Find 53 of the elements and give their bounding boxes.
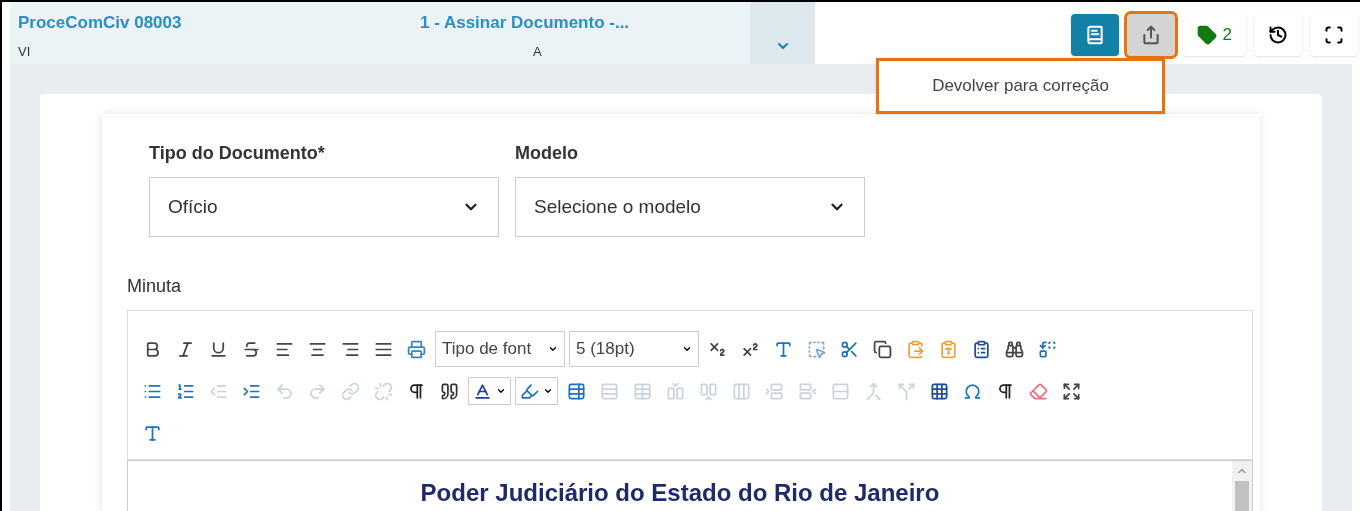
text-color-icon[interactable] — [473, 381, 492, 401]
tag-icon — [1196, 25, 1217, 45]
grid-icon[interactable] — [930, 381, 949, 401]
caret-icon — [548, 344, 558, 354]
caret-icon — [682, 344, 692, 354]
notes-icon — [1084, 25, 1105, 45]
table-edit-icon[interactable] — [567, 381, 586, 401]
underline-icon[interactable] — [209, 339, 228, 359]
numbered-list-icon[interactable] — [176, 381, 195, 401]
toolbar-select[interactable]: Tipo de font — [435, 331, 565, 367]
maximize-icon[interactable] — [1062, 381, 1081, 401]
history-button[interactable] — [1254, 14, 1302, 56]
share-button[interactable] — [1126, 14, 1175, 56]
quote-icon[interactable] — [440, 381, 459, 401]
highlighter-icon[interactable] — [520, 381, 539, 401]
field-label: Tipo do Documento* — [149, 142, 326, 165]
split-button[interactable] — [468, 377, 511, 405]
pilcrow-icon[interactable] — [996, 381, 1015, 401]
caret-icon — [496, 386, 506, 396]
toolbar-select[interactable]: 5 (18pt) — [569, 331, 699, 367]
document-heading: Poder Judiciário do Estado do Rio de Janeiro — [420, 478, 940, 508]
share-icon — [1140, 25, 1161, 45]
history-icon — [1268, 25, 1288, 45]
select-all-icon[interactable] — [807, 339, 826, 359]
caret-icon — [543, 386, 553, 396]
clipboard-word-icon[interactable] — [972, 339, 991, 359]
binoculars-icon[interactable] — [1005, 339, 1024, 359]
fullscreen-icon — [1324, 25, 1344, 45]
notes-button[interactable] — [1070, 14, 1119, 56]
task-subtitle: A — [532, 42, 543, 61]
scrollbar-thumb[interactable] — [1235, 481, 1249, 511]
copy-icon[interactable] — [873, 339, 892, 359]
line-spacing-icon[interactable] — [143, 423, 162, 443]
select-field[interactable]: Ofício — [149, 177, 499, 237]
eraser-icon[interactable] — [1029, 381, 1048, 401]
replace-icon[interactable] — [1038, 339, 1057, 359]
clipboard-icon[interactable] — [906, 339, 925, 359]
line-spacing-icon[interactable] — [774, 339, 793, 359]
paragraph-block-icon[interactable] — [407, 381, 426, 401]
tags-button[interactable]: 2 — [1182, 14, 1246, 56]
strikethrough-icon[interactable] — [242, 339, 261, 359]
process-subtitle: VI — [18, 42, 32, 61]
split-button[interactable] — [515, 377, 558, 405]
omega-icon[interactable] — [963, 381, 982, 401]
italic-icon[interactable] — [176, 339, 195, 359]
scissors-icon[interactable] — [840, 339, 859, 359]
field-label: Modelo — [515, 142, 579, 165]
menu-item[interactable]: Devolver para correção — [879, 73, 1162, 99]
fullscreen-button[interactable] — [1310, 14, 1358, 56]
editor-label: Minuta — [127, 275, 183, 298]
clipboard-text-icon[interactable] — [939, 339, 958, 359]
select-field[interactable]: Selecione o modelo — [515, 177, 865, 237]
printer-icon[interactable] — [407, 339, 426, 359]
